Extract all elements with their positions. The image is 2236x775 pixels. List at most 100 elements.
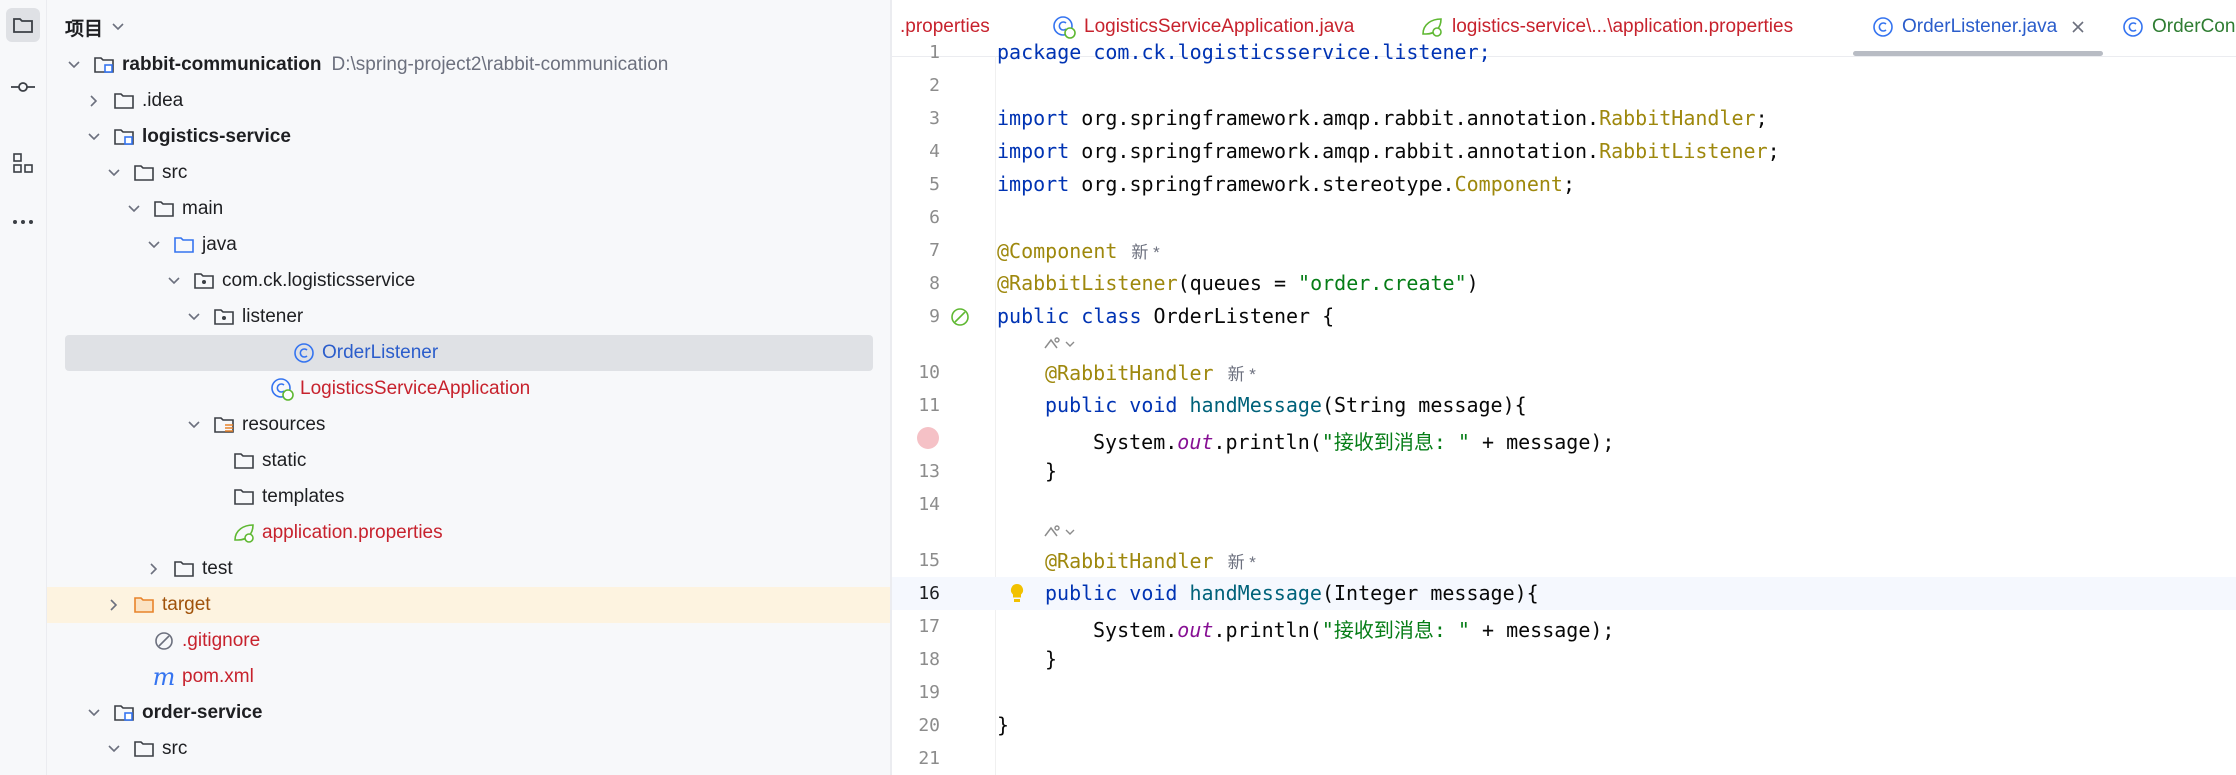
tree-item-src[interactable]: src: [47, 155, 890, 191]
line-text: @RabbitHandler 新 *: [1045, 360, 1256, 385]
tree-item-idea[interactable]: .idea: [47, 83, 890, 119]
structure-tool-button[interactable]: [6, 146, 40, 180]
tree-item-label: main: [182, 198, 224, 219]
tree-item-label: static: [262, 450, 307, 471]
line-text: }: [1045, 459, 1058, 483]
chevron-right-icon[interactable]: [84, 91, 104, 111]
tree-item-src[interactable]: src: [47, 731, 890, 767]
chevron-down-icon[interactable]: [104, 739, 124, 759]
chevron-down-icon[interactable]: [104, 163, 124, 183]
code-token: .println(: [1213, 430, 1322, 454]
chevron-right-icon[interactable]: [104, 595, 124, 615]
tree-item-gitignore[interactable]: .gitignore: [47, 623, 890, 659]
tree-item-main[interactable]: main: [47, 191, 890, 227]
tree-item-label: test: [202, 558, 233, 579]
chevron-down-icon[interactable]: [184, 307, 204, 327]
tree-item-logistics-service[interactable]: logistics-service: [47, 119, 890, 155]
tree-item-label: pom.xml: [182, 666, 254, 687]
code-vision-inlay[interactable]: [1043, 520, 1075, 544]
code-token: @RabbitHandler: [1045, 549, 1214, 573]
spring-bean-gutter-icon[interactable]: [949, 306, 971, 328]
tree-item-logisticsserviceapplication[interactable]: LogisticsServiceApplication: [47, 371, 890, 407]
code-vision-inlay[interactable]: [1043, 332, 1075, 356]
code-token: @RabbitListener: [997, 271, 1178, 295]
code-line: 7 @Component 新 *: [892, 234, 2236, 267]
line-text: @Component 新 *: [997, 238, 1160, 263]
line-text: @RabbitListener(queues = "order.create"): [997, 271, 1479, 295]
tree-item-label: java: [202, 234, 237, 255]
line-text: System.out.println("接收到消息: " + message);: [1093, 614, 1614, 643]
tree-item-orderlistener[interactable]: OrderListener: [65, 335, 873, 371]
chevron-down-icon[interactable]: [84, 127, 104, 147]
chevron-down-icon[interactable]: [164, 271, 184, 291]
breakpoint-marker[interactable]: [917, 427, 939, 449]
line-number: 18: [918, 649, 940, 670]
project-view-selector[interactable]: 项目: [65, 12, 125, 42]
code-token: "接收到消息: ": [1321, 618, 1470, 642]
folder-icon: [232, 449, 256, 473]
folder-icon: [112, 89, 136, 113]
line-number: 9: [929, 306, 940, 327]
code-token: import: [997, 172, 1082, 196]
chevron-down-icon: [1065, 341, 1075, 347]
code-token: handMessage: [1189, 581, 1322, 605]
chevron-down-icon: [112, 23, 124, 31]
tree-item-test[interactable]: test: [47, 551, 890, 587]
close-icon[interactable]: [2071, 20, 2085, 34]
code-token: ;: [1562, 172, 1575, 196]
code-line: 1 package com.ck.logisticsservice.listen…: [892, 36, 2236, 69]
code-line: 17 System.out.println("接收到消息: " + messag…: [892, 610, 2236, 643]
line-number: 17: [918, 616, 940, 637]
tree-item-java[interactable]: java: [47, 227, 890, 263]
code-line: 9 public class OrderListener {: [892, 300, 2236, 333]
code-token: RabbitListener: [1599, 139, 1768, 163]
tab-label: LogisticsServiceApplication.java: [1084, 16, 1355, 37]
lightbulb-icon[interactable]: [1008, 582, 1026, 604]
code-line: 10 @RabbitHandler 新 *: [892, 356, 2236, 389]
chevron-down-icon[interactable]: [144, 235, 164, 255]
tree-item-label: listener: [242, 306, 304, 327]
code-token: public void: [1045, 393, 1190, 417]
author-inlay-hint[interactable]: 新 *: [1228, 553, 1256, 572]
code-token: .println(: [1213, 618, 1322, 642]
tree-item-static[interactable]: static: [47, 443, 890, 479]
code-line: 3 import org.springframework.amqp.rabbit…: [892, 102, 2236, 135]
tree-item-application-properties[interactable]: application.properties: [47, 515, 890, 551]
commit-icon: [11, 82, 35, 92]
tree-item-templates[interactable]: templates: [47, 479, 890, 515]
chevron-down-icon[interactable]: [124, 199, 144, 219]
tree-item-label: .gitignore: [182, 630, 261, 651]
code-line: 14: [892, 488, 2236, 521]
commit-tool-button[interactable]: [6, 70, 40, 104]
code-line: 13 }: [892, 455, 2236, 488]
line-text: }: [1045, 647, 1058, 671]
tree-item-rabbit-communication[interactable]: rabbit-communication D:\spring-project2\…: [47, 47, 890, 83]
tree-item-target[interactable]: target: [47, 587, 890, 623]
tree-item-label: resources: [242, 414, 326, 435]
chevron-down-icon[interactable]: [64, 55, 84, 75]
folder-icon: [152, 197, 176, 221]
chevron-down-icon[interactable]: [84, 703, 104, 723]
code-token: import: [997, 106, 1082, 130]
spring-properties-icon: [1422, 18, 1442, 37]
module-folder-icon: [112, 701, 136, 725]
tree-item-order-service[interactable]: order-service: [47, 695, 890, 731]
line-number: 21: [918, 748, 940, 769]
author-inlay-hint[interactable]: 新 *: [1228, 365, 1256, 384]
tree-item-resources[interactable]: resources: [47, 407, 890, 443]
tree-item-pom[interactable]: m pom.xml: [47, 659, 890, 695]
more-tools-button[interactable]: [6, 205, 40, 239]
structure-icon: [13, 153, 33, 173]
tree-item-listener[interactable]: listener: [47, 299, 890, 335]
line-number: 8: [929, 273, 940, 294]
code-token: out: [1177, 618, 1214, 642]
tree-item-package[interactable]: com.ck.logisticsservice: [47, 263, 890, 299]
line-number: 10: [918, 362, 940, 383]
chevron-right-icon[interactable]: [144, 559, 164, 579]
chevron-down-icon[interactable]: [184, 415, 204, 435]
author-inlay-hint[interactable]: 新 *: [1131, 243, 1159, 262]
code-token: import: [997, 139, 1082, 163]
code-token: + message);: [1469, 618, 1615, 642]
tree-item-path: D:\spring-project2\rabbit-communication: [331, 54, 669, 75]
project-tool-button[interactable]: [6, 8, 40, 42]
